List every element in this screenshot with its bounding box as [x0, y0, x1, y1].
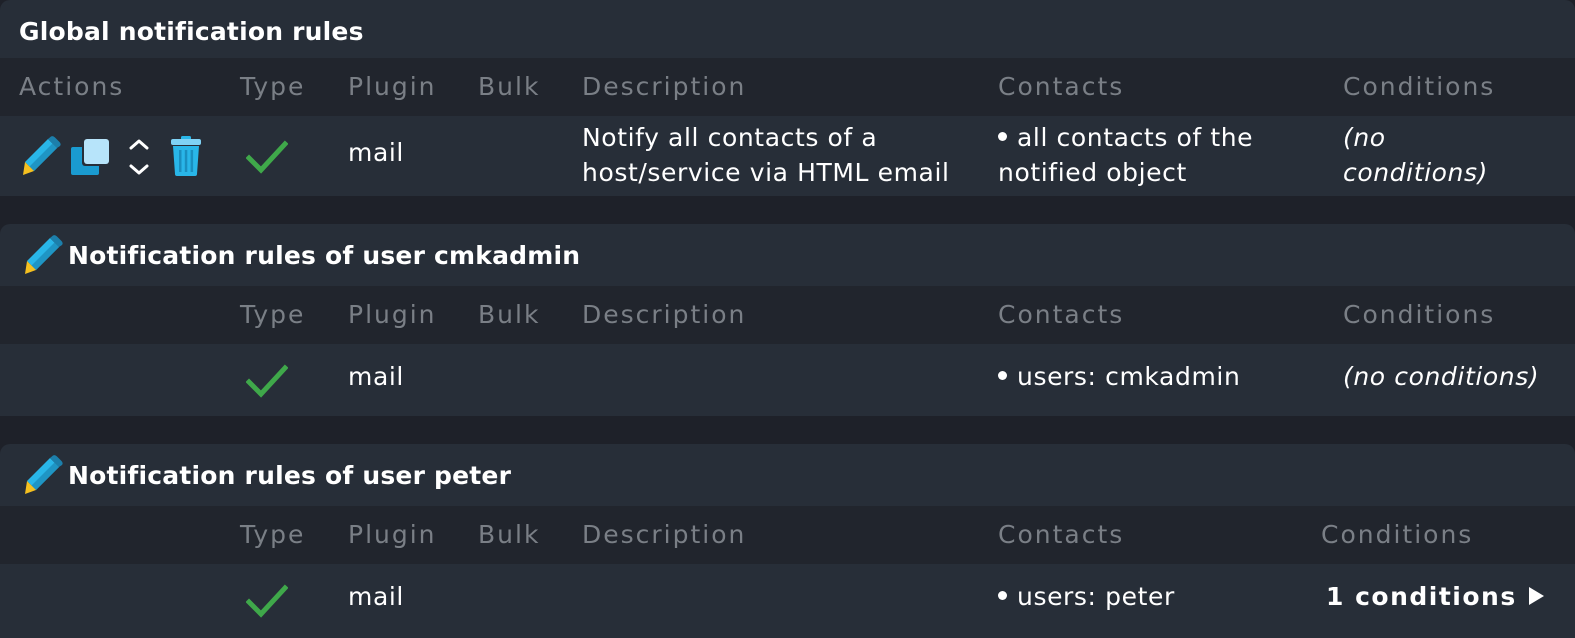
delete-icon[interactable] — [170, 136, 202, 180]
section-title: Global notification rules — [19, 16, 364, 46]
column-header-description: Description — [582, 300, 747, 329]
move-icon[interactable] — [128, 136, 150, 182]
table-row: mail Notify all contacts of a host/servi… — [0, 116, 1575, 196]
conditions-cell: (no conditions) — [1343, 362, 1540, 391]
conditions-line: conditions) — [1343, 158, 1488, 187]
edit-icon[interactable] — [22, 136, 62, 180]
conditions-cell: (no conditions) — [1343, 120, 1488, 190]
checkmark-icon — [245, 364, 289, 402]
column-header-type: Type — [240, 72, 306, 101]
description-cell: Notify all contacts of a host/service vi… — [582, 120, 950, 190]
table-header: Type Plugin Bulk Description Contacts Co… — [0, 506, 1575, 564]
column-header-bulk: Bulk — [478, 520, 541, 549]
description-line: host/service via HTML email — [582, 158, 950, 187]
column-header-actions: Actions — [19, 72, 125, 101]
column-header-conditions: Conditions — [1321, 520, 1474, 549]
column-header-plugin: Plugin — [348, 300, 437, 329]
section-title: Notification rules of user peter — [22, 446, 511, 504]
plugin-cell: mail — [348, 362, 404, 391]
conditions-toggle[interactable]: 1 conditions — [1326, 582, 1544, 611]
contacts-cell: all contacts of the notified object — [998, 120, 1253, 190]
contacts-text: users: peter — [1017, 582, 1175, 611]
expand-triangle-icon[interactable] — [1528, 587, 1544, 605]
contacts-line: notified object — [998, 158, 1187, 187]
column-header-plugin: Plugin — [348, 72, 437, 101]
column-header-type: Type — [240, 520, 306, 549]
contacts-cell: users: cmkadmin — [998, 362, 1240, 391]
column-header-bulk: Bulk — [478, 72, 541, 101]
contacts-line: all contacts of the — [1017, 123, 1254, 152]
column-header-conditions: Conditions — [1343, 300, 1496, 329]
plugin-cell: mail — [348, 138, 404, 167]
contacts-text: users: cmkadmin — [1017, 362, 1241, 391]
column-header-plugin: Plugin — [348, 520, 437, 549]
column-header-type: Type — [240, 300, 306, 329]
edit-icon[interactable] — [24, 455, 64, 495]
clone-icon[interactable] — [71, 138, 111, 180]
bullet-icon — [998, 590, 1007, 600]
plugin-cell: mail — [348, 582, 404, 611]
table-header: Actions Type Plugin Bulk Description Con… — [0, 58, 1575, 116]
table-row: mail users: peter 1 conditions — [0, 564, 1575, 638]
column-header-conditions: Conditions — [1343, 72, 1496, 101]
column-header-description: Description — [582, 72, 747, 101]
section-title: Notification rules of user cmkadmin — [22, 226, 580, 284]
column-header-contacts: Contacts — [998, 300, 1125, 329]
section-title-text: Notification rules of user cmkadmin — [68, 240, 581, 270]
edit-icon[interactable] — [24, 235, 64, 275]
column-header-contacts: Contacts — [998, 520, 1125, 549]
bullet-icon — [998, 370, 1007, 380]
table-header: Type Plugin Bulk Description Contacts Co… — [0, 286, 1575, 344]
bullet-icon — [998, 131, 1007, 141]
user-peter-rules-section: Notification rules of user peter Type Pl… — [0, 444, 1575, 638]
table-row: mail users: cmkadmin (no conditions) — [0, 344, 1575, 416]
checkmark-icon — [245, 584, 289, 622]
conditions-text: 1 conditions — [1326, 582, 1517, 611]
column-header-contacts: Contacts — [998, 72, 1125, 101]
column-header-description: Description — [582, 520, 747, 549]
section-title-text: Notification rules of user peter — [68, 460, 512, 490]
checkmark-icon — [245, 140, 289, 178]
contacts-cell: users: peter — [998, 582, 1175, 611]
description-line: Notify all contacts of a — [582, 123, 878, 152]
global-notification-rules-section: Global notification rules Actions Type P… — [0, 0, 1575, 196]
conditions-line: (no — [1343, 123, 1386, 152]
column-header-bulk: Bulk — [478, 300, 541, 329]
user-cmkadmin-rules-section: Notification rules of user cmkadmin Type… — [0, 224, 1575, 416]
